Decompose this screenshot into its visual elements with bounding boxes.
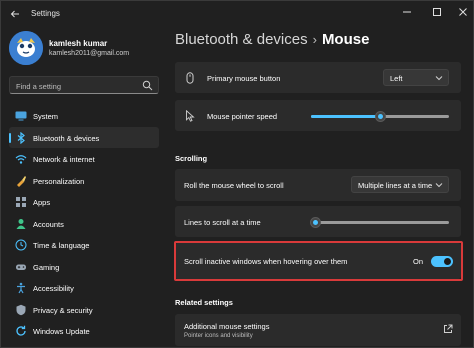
page-title: Mouse [321, 31, 370, 48]
breadcrumb: Bluetooth & devices › Mouse [175, 31, 369, 51]
sidebar-item-label: Network & internet [33, 155, 95, 164]
user-email: kamlesh2011@gmail.com [49, 50, 130, 57]
additional-mouse-settings-subtitle: Pointer icons and visibility [184, 333, 253, 339]
related-settings-heading: Related settings [175, 298, 233, 307]
lines-to-scroll-row: Lines to scroll at a time [175, 206, 461, 237]
sidebar-item-label: Accessibility [33, 284, 74, 293]
sidebar-nav: System Bluetooth & devices Network & int… [9, 105, 159, 342]
search-icon[interactable] [142, 80, 153, 91]
slider-fill [311, 115, 380, 118]
primary-mouse-button-row: Primary mouse button Left [175, 62, 461, 93]
chevron-down-icon [435, 76, 443, 81]
additional-mouse-settings-title: Additional mouse settings [184, 322, 270, 331]
avatar [9, 31, 43, 65]
highlight-box [174, 241, 463, 281]
sidebar-item-network[interactable]: Network & internet [9, 148, 159, 170]
minimize-icon[interactable] [397, 4, 417, 20]
sidebar-item-system[interactable]: System [9, 105, 159, 127]
sidebar-item-accounts[interactable]: Accounts [9, 213, 159, 235]
search-box[interactable] [9, 76, 159, 94]
sidebar-item-label: Time & language [33, 241, 90, 250]
dropdown-value: Left [390, 74, 403, 83]
accessibility-icon [17, 282, 25, 294]
mouse-icon [186, 72, 194, 84]
search-input[interactable] [16, 80, 136, 92]
roll-wheel-label: Roll the mouse wheel to scroll [184, 181, 284, 190]
lines-to-scroll-label: Lines to scroll at a time [184, 218, 261, 227]
globe-clock-icon [15, 239, 27, 251]
person-icon [16, 218, 26, 229]
sidebar-item-label: Gaming [33, 262, 60, 272]
sidebar-item-apps[interactable]: Apps [9, 191, 159, 213]
primary-mouse-button-label: Primary mouse button [207, 74, 281, 83]
maximize-icon[interactable] [427, 4, 447, 20]
title-bar: Settings [1, 1, 473, 27]
app-title: Settings [31, 9, 60, 18]
pointer-speed-slider[interactable] [311, 111, 449, 122]
scrolling-heading: Scrolling [175, 154, 208, 163]
roll-wheel-dropdown[interactable]: Multiple lines at a time [351, 176, 449, 193]
cursor-icon [186, 110, 195, 122]
settings-window: Settings kamlesh kumar kamlesh2011@gmail… [0, 0, 474, 348]
breadcrumb-parent[interactable]: Bluetooth & devices [175, 31, 308, 48]
mouse-pointer-speed-row: Mouse pointer speed [175, 100, 461, 131]
mouse-pointer-speed-label: Mouse pointer speed [207, 112, 278, 121]
sidebar-item-label: Windows Update [33, 327, 90, 336]
update-icon [16, 325, 26, 336]
sidebar-item-personalization[interactable]: Personalization [9, 170, 159, 192]
sidebar-item-label: Accounts [33, 219, 64, 229]
gamepad-icon [16, 264, 26, 270]
bluetooth-icon [17, 131, 25, 144]
slider-thumb[interactable] [374, 111, 386, 122]
slider-thumb[interactable] [309, 217, 321, 228]
sidebar-item-label: Apps [33, 198, 51, 207]
user-name: kamlesh kumar [49, 39, 108, 48]
apps-icon [16, 197, 26, 207]
sidebar-item-windows-update[interactable]: Windows Update [9, 320, 159, 342]
open-external-icon[interactable] [443, 324, 453, 334]
sidebar-item-label: Personalization [33, 176, 85, 186]
monitor-icon [15, 111, 27, 121]
shield-icon [16, 304, 26, 315]
sidebar-item-label: Bluetooth & devices [33, 133, 100, 143]
sidebar-item-time-language[interactable]: Time & language [9, 234, 159, 256]
lines-to-scroll-slider[interactable] [309, 217, 449, 228]
sidebar-item-label: Privacy & security [33, 305, 93, 315]
sidebar-item-privacy-security[interactable]: Privacy & security [9, 299, 159, 321]
paintbrush-icon [17, 175, 26, 187]
sidebar-item-label: System [33, 112, 59, 121]
sidebar-item-bluetooth-devices[interactable]: Bluetooth & devices [9, 126, 159, 148]
wifi-icon [15, 155, 27, 164]
sidebar-item-gaming[interactable]: Gaming [9, 256, 159, 278]
breadcrumb-separator: › [312, 32, 317, 47]
sidebar-item-accessibility[interactable]: Accessibility [9, 277, 159, 299]
dropdown-value: Multiple lines at a time [358, 181, 433, 190]
additional-mouse-settings-row[interactable]: Additional mouse settings Pointer icons … [175, 314, 461, 346]
primary-mouse-button-dropdown[interactable]: Left [383, 69, 449, 86]
close-icon[interactable] [453, 4, 473, 20]
chevron-down-icon [435, 183, 443, 188]
back-arrow-icon[interactable] [7, 6, 23, 22]
roll-wheel-row: Roll the mouse wheel to scroll Multiple … [175, 169, 461, 201]
